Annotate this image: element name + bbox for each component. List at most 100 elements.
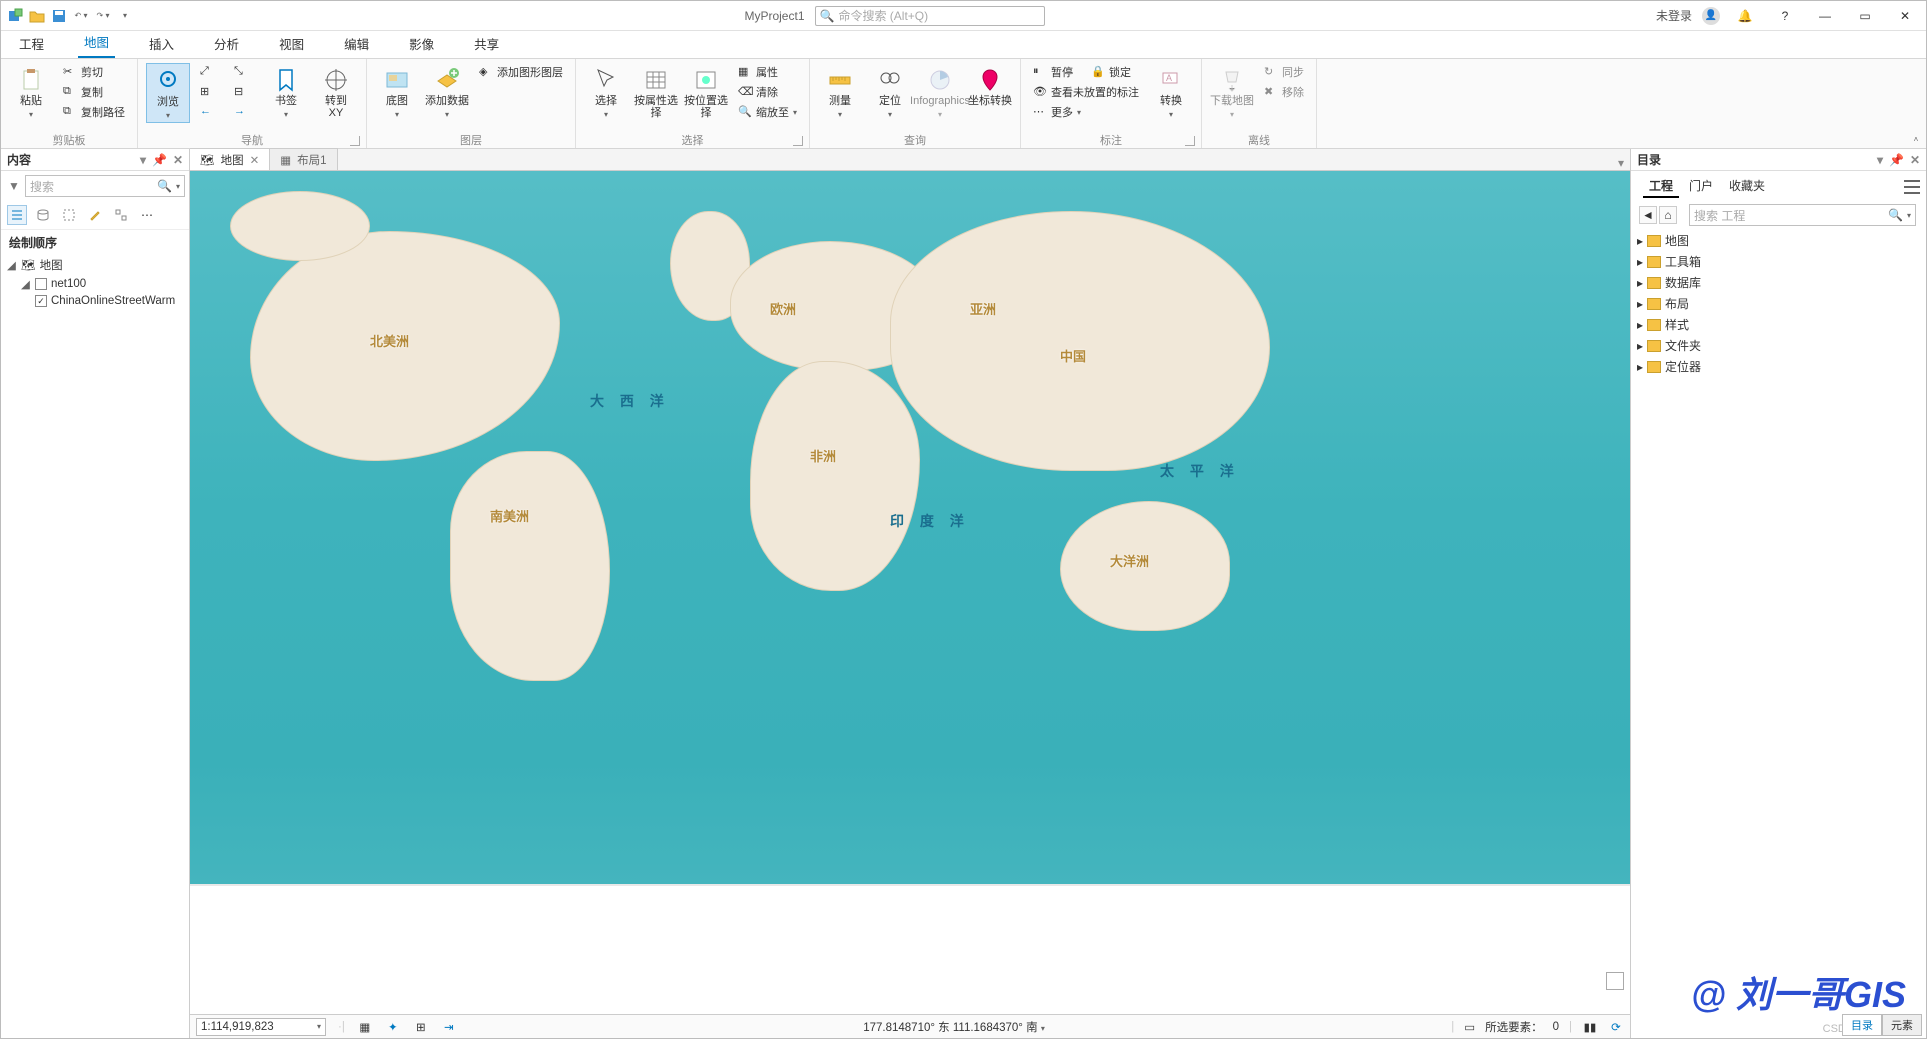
select-by-attributes-button[interactable]: 按属性选择	[634, 63, 678, 119]
collapse-ribbon-icon[interactable]: ˄	[1914, 135, 1919, 144]
fixed-zoom-out-button[interactable]: ⊟	[230, 83, 258, 101]
lock-labeling-button[interactable]: 🔒锁定	[1087, 63, 1135, 81]
paste-button[interactable]: 粘贴▾	[9, 63, 53, 121]
back-icon[interactable]: ◄	[1639, 206, 1657, 224]
tab-project[interactable]: 工程	[13, 29, 50, 58]
infographics-button[interactable]: Infographics▾	[918, 63, 962, 121]
add-data-button[interactable]: 添加数据▾	[425, 63, 469, 121]
catalog-item-styles[interactable]: ▸样式	[1637, 314, 1920, 335]
layer-row[interactable]: ◢net100	[7, 275, 183, 293]
tab-share[interactable]: 共享	[468, 29, 505, 58]
filter-icon[interactable]: ▼	[5, 179, 23, 193]
coordinate-conversion-button[interactable]: 坐标转换	[968, 63, 1012, 107]
tab-map[interactable]: 地图	[78, 27, 115, 58]
scale-input[interactable]: 1:114,919,823▾	[196, 1018, 326, 1036]
contents-search[interactable]: 搜索🔍▾	[25, 175, 185, 197]
group-launcher-icon[interactable]	[350, 136, 360, 146]
more-labeling-button[interactable]: ⋯更多▾	[1029, 103, 1143, 121]
pane-options-icon[interactable]: ▾	[140, 153, 146, 167]
map-node[interactable]: ◢🗺地图	[7, 255, 183, 275]
catalog-item-locators[interactable]: ▸定位器	[1637, 356, 1920, 377]
view-mode-icon[interactable]: ▦	[357, 1019, 373, 1035]
undo-icon[interactable]: ↶ ▾	[73, 8, 89, 24]
download-map-button[interactable]: 下载地图▾	[1210, 63, 1254, 121]
cut-button[interactable]: ✂剪切	[59, 63, 129, 81]
tab-view[interactable]: 视图	[273, 29, 310, 58]
fixed-zoom-in-button[interactable]: ⊞	[196, 83, 224, 101]
pane-options-icon[interactable]: ▾	[1877, 153, 1883, 167]
open-project-icon[interactable]	[29, 8, 45, 24]
catalog-item-databases[interactable]: ▸数据库	[1637, 272, 1920, 293]
list-by-selection-icon[interactable]	[59, 205, 79, 225]
list-by-drawing-order-icon[interactable]	[7, 205, 27, 225]
catalog-item-folders[interactable]: ▸文件夹	[1637, 335, 1920, 356]
grid-icon[interactable]: ⊞	[413, 1019, 429, 1035]
explore-button[interactable]: 浏览▾	[146, 63, 190, 123]
maximize-button[interactable]: ▭	[1850, 6, 1880, 26]
view-unplaced-button[interactable]: 👁查看未放置的标注	[1029, 83, 1143, 101]
bottom-tab-catalog[interactable]: 目录	[1842, 1014, 1882, 1036]
login-status[interactable]: 未登录	[1656, 7, 1692, 24]
attributes-button[interactable]: ▦属性	[734, 63, 801, 81]
layer-row[interactable]: ChinaOnlineStreetWarm	[7, 293, 183, 309]
tab-analysis[interactable]: 分析	[208, 29, 245, 58]
fixed-extent-button[interactable]: ⤡	[230, 63, 258, 81]
list-by-source-icon[interactable]	[33, 205, 53, 225]
sync-button[interactable]: ↻同步	[1260, 63, 1308, 81]
measure-button[interactable]: 测量▾	[818, 63, 862, 121]
layer-checkbox[interactable]	[35, 295, 47, 307]
refresh-icon[interactable]: ⟳	[1608, 1019, 1624, 1035]
catalog-tab-project[interactable]: 工程	[1643, 175, 1679, 198]
view-options-icon[interactable]: ▾	[1612, 156, 1630, 170]
catalog-menu-icon[interactable]	[1904, 180, 1920, 194]
user-avatar-icon[interactable]: 👤	[1702, 7, 1720, 25]
go-to-xy-button[interactable]: 转到 XY	[314, 63, 358, 119]
help-icon[interactable]: ?	[1770, 6, 1800, 26]
close-icon[interactable]: ✕	[173, 153, 183, 167]
command-search[interactable]: 🔍 命令搜索 (Alt+Q)	[815, 6, 1045, 26]
close-icon[interactable]: ✕	[1910, 153, 1920, 167]
map-view[interactable]: 北美洲 南美洲 欧洲 非洲 亚洲 中国 大洋洲 大 西 洋 印 度 洋 太 平 …	[190, 171, 1630, 1014]
attribute-table-toggle[interactable]	[1606, 972, 1624, 990]
snap-icon[interactable]: ✦	[385, 1019, 401, 1035]
basemap-button[interactable]: 底图▾	[375, 63, 419, 121]
group-launcher-icon[interactable]	[1185, 136, 1195, 146]
layer-checkbox[interactable]	[35, 278, 47, 290]
qat-customize-icon[interactable]: ▾	[117, 8, 133, 24]
close-icon[interactable]: ✕	[250, 153, 260, 167]
add-graphics-layer-button[interactable]: ◈添加图形图层	[475, 63, 567, 81]
copy-path-button[interactable]: ⧉复制路径	[59, 103, 129, 121]
redo-icon[interactable]: ↷ ▾	[95, 8, 111, 24]
remove-button[interactable]: ✖移除	[1260, 83, 1308, 101]
catalog-tab-favorites[interactable]: 收藏夹	[1723, 175, 1771, 198]
catalog-item-layouts[interactable]: ▸布局	[1637, 293, 1920, 314]
notifications-icon[interactable]: 🔔	[1730, 6, 1760, 26]
view-tab-map[interactable]: 🗺地图✕	[190, 148, 270, 170]
more-icon[interactable]: ⋯	[137, 205, 157, 225]
copy-button[interactable]: ⧉复制	[59, 83, 129, 101]
zoom-to-selection-button[interactable]: 🔍缩放至▾	[734, 103, 801, 121]
select-button[interactable]: 选择▾	[584, 63, 628, 121]
catalog-tab-portal[interactable]: 门户	[1683, 175, 1719, 198]
list-by-snapping-icon[interactable]	[111, 205, 131, 225]
clear-selection-button[interactable]: ⌫清除	[734, 83, 801, 101]
coord-dropdown-icon[interactable]: ▾	[1041, 1024, 1045, 1033]
catalog-item-maps[interactable]: ▸地图	[1637, 230, 1920, 251]
bookmarks-button[interactable]: 书签▾	[264, 63, 308, 121]
select-by-location-button[interactable]: 按位置选择	[684, 63, 728, 119]
constraints-icon[interactable]: ⇥	[441, 1019, 457, 1035]
tab-insert[interactable]: 插入	[143, 29, 180, 58]
home-icon[interactable]: ⌂	[1659, 206, 1677, 224]
close-button[interactable]: ✕	[1890, 6, 1920, 26]
minimize-button[interactable]: —	[1810, 6, 1840, 26]
next-extent-button[interactable]: →	[230, 103, 258, 121]
view-tab-layout[interactable]: ▦布局1	[270, 148, 337, 170]
full-extent-button[interactable]: ⤢	[196, 63, 224, 81]
pause-labeling-button[interactable]: ⏸暂停	[1029, 63, 1077, 81]
group-launcher-icon[interactable]	[793, 136, 803, 146]
save-icon[interactable]	[51, 8, 67, 24]
prev-extent-button[interactable]: ←	[196, 103, 224, 121]
convert-labels-button[interactable]: A转换▾	[1149, 63, 1193, 121]
bottom-tab-elements[interactable]: 元素	[1882, 1014, 1922, 1036]
tab-imagery[interactable]: 影像	[403, 29, 440, 58]
